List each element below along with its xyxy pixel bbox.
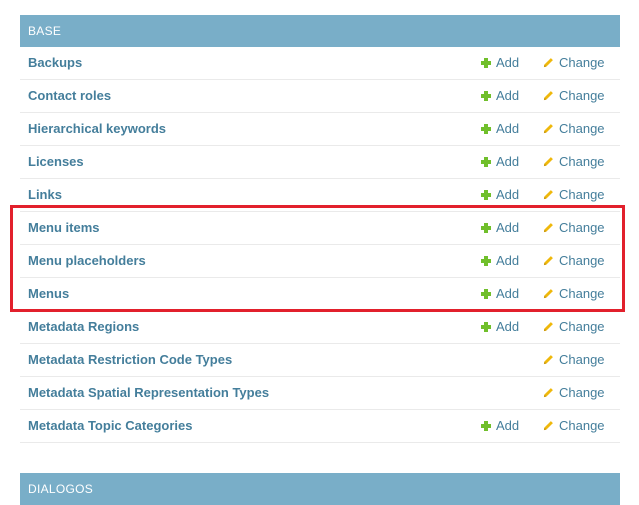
model-row: Licenses Add Change [20, 146, 620, 179]
change-label: Change [559, 220, 605, 235]
pencil-icon [543, 147, 554, 167]
model-list: Backups Add Change Contact roles Add Change Hi… [20, 47, 620, 443]
plus-icon [481, 190, 491, 200]
change-label: Change [559, 88, 605, 103]
model-row: Metadata Restriction Code Types Change [20, 344, 620, 377]
model-row: Hierarchical keywords Add Change [20, 113, 620, 146]
add-label: Add [496, 187, 520, 202]
add-link[interactable]: Add [481, 179, 519, 211]
plus-icon [481, 322, 491, 332]
model-row: Menu placeholders Add Change [20, 245, 620, 278]
add-label: Add [496, 286, 520, 301]
model-link[interactable]: Metadata Spatial Representation Types [28, 377, 269, 409]
pencil-icon [543, 279, 554, 299]
model-link[interactable]: Menu placeholders [28, 245, 146, 277]
model-link[interactable]: Hierarchical keywords [28, 113, 166, 145]
change-label: Change [559, 286, 605, 301]
add-label: Add [496, 220, 520, 235]
module-base: BASE Backups Add Change Contact roles Add Cha… [20, 15, 620, 443]
model-row: Backups Add Change [20, 47, 620, 80]
model-link[interactable]: Menu items [28, 212, 100, 244]
model-link[interactable]: Licenses [28, 146, 84, 178]
model-link[interactable]: Metadata Restriction Code Types [28, 344, 232, 376]
add-label: Add [496, 88, 520, 103]
change-label: Change [559, 55, 605, 70]
change-label: Change [559, 253, 605, 268]
model-row: Metadata Regions Add Change [20, 311, 620, 344]
pencil-icon [543, 114, 554, 134]
plus-icon [481, 421, 491, 431]
module-dialogos: DIALOGOS [20, 473, 620, 505]
change-link[interactable]: Change [543, 113, 605, 145]
add-label: Add [496, 154, 520, 169]
model-row: Metadata Topic Categories Add Change [20, 410, 620, 443]
pencil-icon [543, 213, 554, 233]
pencil-icon [543, 246, 554, 266]
add-link[interactable]: Add [481, 80, 519, 112]
change-link[interactable]: Change [543, 344, 605, 376]
plus-icon [481, 223, 491, 233]
add-link[interactable]: Add [481, 410, 519, 442]
add-link[interactable]: Add [481, 245, 519, 277]
add-label: Add [496, 319, 520, 334]
model-row: Menu items Add Change [20, 212, 620, 245]
change-label: Change [559, 418, 605, 433]
change-link[interactable]: Change [543, 179, 605, 211]
change-label: Change [559, 121, 605, 136]
module-caption[interactable]: DIALOGOS [20, 473, 620, 505]
add-link[interactable]: Add [481, 212, 519, 244]
change-label: Change [559, 352, 605, 367]
add-link[interactable]: Add [481, 146, 519, 178]
change-link[interactable]: Change [543, 47, 605, 79]
change-link[interactable]: Change [543, 146, 605, 178]
pencil-icon [543, 345, 554, 365]
model-link[interactable]: Metadata Regions [28, 311, 139, 343]
pencil-icon [543, 378, 554, 398]
plus-icon [481, 157, 491, 167]
model-link[interactable]: Links [28, 179, 62, 211]
change-label: Change [559, 154, 605, 169]
change-link[interactable]: Change [543, 311, 605, 343]
add-link[interactable]: Add [481, 278, 519, 310]
add-label: Add [496, 121, 520, 136]
pencil-icon [543, 180, 554, 200]
plus-icon [481, 256, 491, 266]
model-row: Links Add Change [20, 179, 620, 212]
change-link[interactable]: Change [543, 80, 605, 112]
change-label: Change [559, 319, 605, 334]
change-link[interactable]: Change [543, 410, 605, 442]
change-label: Change [559, 187, 605, 202]
model-row: Menus Add Change [20, 278, 620, 311]
model-link[interactable]: Menus [28, 278, 69, 310]
change-link[interactable]: Change [543, 278, 605, 310]
change-label: Change [559, 385, 605, 400]
plus-icon [481, 58, 491, 68]
model-link[interactable]: Metadata Topic Categories [28, 410, 192, 442]
module-caption[interactable]: BASE [20, 15, 620, 47]
plus-icon [481, 289, 491, 299]
plus-icon [481, 91, 491, 101]
add-label: Add [496, 418, 520, 433]
add-link[interactable]: Add [481, 47, 519, 79]
pencil-icon [543, 48, 554, 68]
model-link[interactable]: Backups [28, 47, 82, 79]
model-link[interactable]: Contact roles [28, 80, 111, 112]
change-link[interactable]: Change [543, 212, 605, 244]
change-link[interactable]: Change [543, 245, 605, 277]
model-row: Contact roles Add Change [20, 80, 620, 113]
plus-icon [481, 124, 491, 134]
pencil-icon [543, 411, 554, 431]
add-link[interactable]: Add [481, 311, 519, 343]
pencil-icon [543, 81, 554, 101]
add-label: Add [496, 55, 520, 70]
pencil-icon [543, 312, 554, 332]
model-row: Metadata Spatial Representation Types Cha… [20, 377, 620, 410]
add-link[interactable]: Add [481, 113, 519, 145]
change-link[interactable]: Change [543, 377, 605, 409]
add-label: Add [496, 253, 520, 268]
